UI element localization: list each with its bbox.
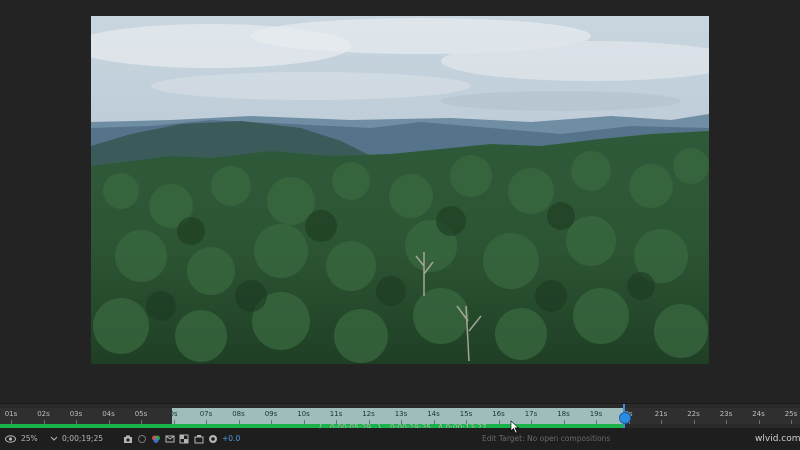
ruler-label: 08s [232, 410, 245, 418]
exposure-value[interactable]: +0.0 [222, 428, 240, 450]
ruler-label: 17s [524, 410, 538, 418]
transparency-grid-icon[interactable] [179, 434, 189, 444]
ruler-label: 21s [654, 410, 668, 418]
ruler-label: 15s [459, 410, 473, 418]
always-preview-icon[interactable] [5, 434, 16, 444]
ruler-label: 10s [297, 410, 310, 418]
ruler-label: 03s [69, 410, 83, 418]
exposure-reset-icon[interactable] [208, 434, 218, 444]
mouse-cursor-icon [510, 420, 520, 434]
ruler-label: 16s [492, 410, 505, 418]
ruler-label: 04s [102, 410, 115, 418]
camera-snapshot-icon[interactable] [123, 434, 133, 444]
ruler-label: 01s [4, 410, 18, 418]
color-channels-icon[interactable] [151, 434, 161, 444]
ruler-label: 25s [784, 410, 798, 418]
current-time-display[interactable]: 0;00;19;25 [62, 428, 103, 450]
ruler-label: 05s [134, 410, 148, 418]
ruler-label: 0s [169, 410, 178, 418]
mask-visibility-icon[interactable] [194, 434, 204, 444]
ruler-label: 24s [752, 410, 765, 418]
ruler-label: 19s [589, 410, 603, 418]
region-of-interest-icon[interactable] [165, 434, 175, 444]
ruler-label: 14s [427, 410, 440, 418]
ruler-label: 11s [329, 410, 343, 418]
ruler-label: 07s [199, 410, 213, 418]
edit-target-label: Edit Target: No open compositions [482, 434, 611, 443]
ruler-label: 02s [37, 410, 50, 418]
ruler-label: 09s [264, 410, 278, 418]
ruler-label: 12s [362, 410, 375, 418]
zoom-dropdown[interactable]: 25% [21, 428, 38, 450]
ruler-label: 13s [394, 410, 408, 418]
chevron-down-icon[interactable] [50, 434, 60, 444]
ruler-label: 18s [557, 410, 570, 418]
ruler-label: 22s [687, 410, 700, 418]
ruler-label: 23s [719, 410, 733, 418]
footage-viewer[interactable] [0, 0, 800, 402]
watermark: wlvid.com [755, 434, 800, 444]
show-snapshot-icon[interactable] [137, 434, 147, 444]
viewer-status-bar: 25% 0;00;19;25 +0.0 Edit Target: No open… [0, 428, 800, 450]
footage-frame [91, 16, 709, 364]
